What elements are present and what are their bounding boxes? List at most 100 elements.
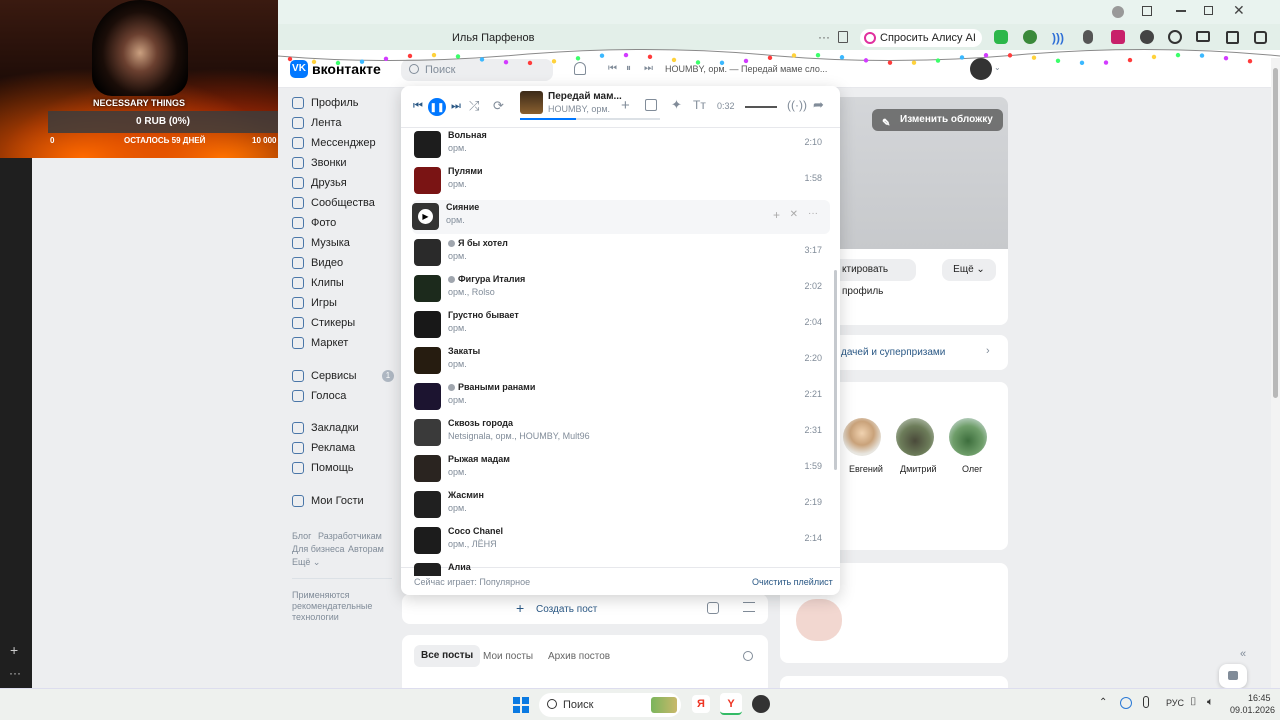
shuffle-icon[interactable]: ⤮ (469, 98, 479, 114)
track-row[interactable]: Закаты орм. 2:20 (414, 344, 830, 378)
track-artist[interactable]: орм., ЛЁНЯ (448, 539, 497, 549)
track-cover[interactable] (414, 131, 441, 158)
sidebar-item[interactable]: Звонки (292, 157, 347, 169)
friend-name[interactable]: Дмитрий (900, 464, 937, 474)
bulb-icon[interactable] (1083, 30, 1093, 44)
clear-playlist-button[interactable]: Очистить плейлист (752, 577, 833, 587)
tab-all-posts[interactable]: Все посты (414, 645, 481, 667)
create-post-button[interactable]: Создать пост (536, 604, 597, 615)
sidebar-item[interactable]: Голоса (292, 390, 346, 402)
sticker-image[interactable] (796, 599, 842, 641)
track-cover[interactable] (414, 563, 441, 576)
collapse-icon[interactable]: « (1240, 648, 1246, 660)
volume-icon[interactable]: 🔈︎ (1207, 696, 1214, 709)
track-artist[interactable]: орм. (448, 467, 467, 477)
track-row[interactable]: Сквозь города Netsignala, орм., HOUMBY, M… (414, 416, 830, 450)
bookmark-icon[interactable] (838, 31, 848, 43)
play-icon[interactable] (1168, 30, 1182, 44)
sidebar-item[interactable]: Реклама (292, 442, 355, 454)
track-cover[interactable] (414, 167, 441, 194)
wifi-icon[interactable]: ))) (1052, 31, 1064, 45)
track-cover[interactable] (414, 383, 441, 410)
sidebar-item[interactable]: Видео (292, 257, 343, 269)
track-row[interactable]: ▶ Сияние орм. + ✕ ··· (412, 200, 830, 234)
network-icon[interactable]: ⌷ (1190, 696, 1197, 709)
profile-avatar[interactable] (1112, 6, 1124, 18)
stories-icon[interactable] (707, 602, 719, 614)
sidebar-item[interactable]: Лента (292, 117, 341, 129)
language-indicator[interactable]: РУС (1166, 698, 1184, 708)
next-icon[interactable]: ⏭ (451, 100, 461, 113)
maximize-icon[interactable] (1204, 6, 1213, 15)
clock-date[interactable]: 09.01.2026 (1230, 705, 1275, 715)
track-artist[interactable]: орм. (448, 395, 467, 405)
tab-archive[interactable]: Архив постов (548, 651, 610, 662)
share-icon[interactable] (1226, 31, 1239, 44)
track-cover[interactable]: ▶ (412, 203, 439, 230)
clock-time[interactable]: 16:45 (1248, 693, 1271, 703)
more-icon[interactable]: ··· (9, 666, 21, 680)
footer-dev[interactable]: Разработчикам (318, 531, 382, 541)
sidebar-item[interactable]: Мои Гости (292, 495, 364, 507)
chat-button[interactable] (1219, 664, 1247, 688)
track-row[interactable]: Вольная орм. 2:10 (414, 128, 830, 162)
sidebar-item[interactable]: Сервисы (292, 370, 357, 382)
cast-icon[interactable] (1196, 31, 1210, 42)
sidebar-item[interactable]: Сообщества (292, 197, 375, 209)
prev-icon[interactable]: ⏮ (413, 100, 423, 113)
footer-more[interactable]: Ещё ⌄ (292, 557, 320, 568)
sidebar-item[interactable]: Стикеры (292, 317, 355, 329)
track-artist[interactable]: орм., Rolso (448, 287, 495, 297)
track-row[interactable]: Рыжая мадам орм. 1:59 (414, 452, 830, 486)
volume-slider[interactable] (745, 106, 777, 108)
search-icon[interactable] (743, 651, 753, 661)
close-icon[interactable]: ✕ (1233, 2, 1245, 19)
tab-my-posts[interactable]: Мои посты (483, 651, 533, 662)
progress-bar[interactable] (520, 118, 660, 120)
extension-icon[interactable] (1023, 30, 1037, 44)
now-playing-cover[interactable] (520, 91, 543, 114)
friend-avatar[interactable] (949, 418, 987, 456)
track-cover[interactable] (414, 527, 441, 554)
track-row[interactable]: Я бы хотел орм. 3:17 (414, 236, 830, 270)
track-row[interactable]: Жасмин орм. 2:19 (414, 488, 830, 522)
track-cover[interactable] (414, 491, 441, 518)
track-row[interactable]: Пулями орм. 1:58 (414, 164, 830, 198)
track-artist[interactable]: орм. (448, 359, 467, 369)
playlist-scrollbar[interactable] (834, 270, 837, 470)
friend-avatar[interactable] (843, 418, 881, 456)
yandex-app-icon[interactable]: Я (692, 695, 710, 713)
sidebar-item[interactable]: Клипы (292, 277, 344, 289)
tray-chevron-icon[interactable]: ⌃ (1099, 697, 1107, 708)
more-icon[interactable]: ··· (818, 30, 830, 44)
footer-authors[interactable]: Авторам (348, 544, 384, 554)
sidebar-item[interactable]: Игры (292, 297, 337, 309)
dislike-icon[interactable] (645, 99, 657, 111)
track-cover[interactable] (414, 419, 441, 446)
friend-name[interactable]: Евгений (849, 464, 883, 474)
share-icon[interactable]: ➦ (813, 97, 824, 113)
add-icon[interactable]: + (773, 208, 780, 222)
repeat-icon[interactable]: ⟳ (493, 98, 504, 114)
track-cover[interactable] (414, 455, 441, 482)
track-row[interactable]: Фигура Италия орм., Rolso 2:02 (414, 272, 830, 306)
track-artist[interactable]: орм. (448, 251, 467, 261)
track-artist[interactable]: орм. (448, 143, 467, 153)
page-scrollbar[interactable] (1271, 58, 1280, 688)
extension-icon[interactable] (1111, 30, 1125, 44)
track-artist[interactable]: орм. (448, 503, 467, 513)
add-icon[interactable]: + (621, 97, 630, 114)
sidebar-item[interactable]: Маркет (292, 337, 348, 349)
extension-icon[interactable] (994, 30, 1008, 44)
friend-name[interactable]: Олег (962, 464, 982, 474)
filter-icon[interactable] (743, 602, 755, 612)
play-icon[interactable]: ▶ (418, 209, 433, 224)
collections-icon[interactable] (1142, 6, 1152, 16)
sidebar-item[interactable]: Профиль (292, 97, 359, 109)
change-cover-button[interactable]: ✎ Изменить обложку (872, 109, 1003, 131)
minimize-icon[interactable] (1176, 10, 1186, 12)
remove-icon[interactable]: ✕ (790, 209, 798, 220)
onedrive-icon[interactable] (1120, 697, 1132, 709)
scrollbar-thumb[interactable] (1273, 68, 1278, 398)
lyrics-icon[interactable]: Tт (693, 98, 706, 112)
